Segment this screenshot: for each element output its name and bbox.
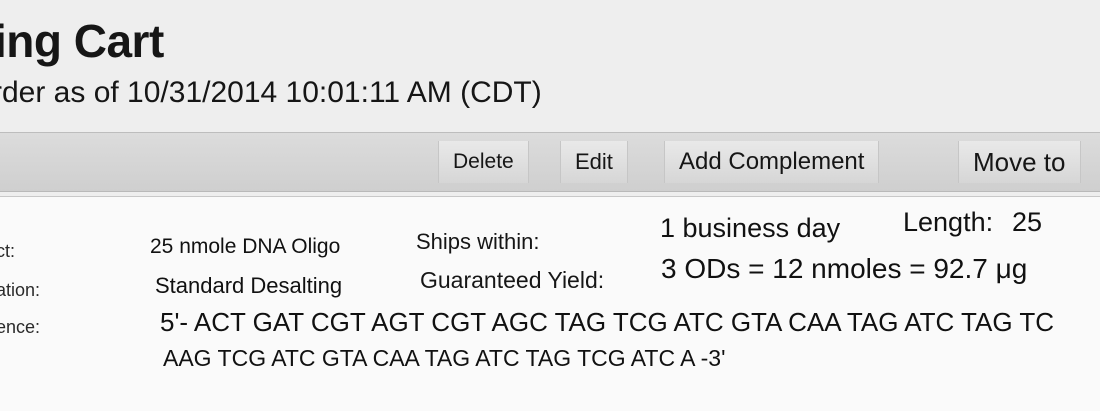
delete-button[interactable]: Delete [438, 141, 529, 183]
purification-value: Standard Desalting [155, 273, 343, 298]
product-label: ct: [0, 241, 16, 261]
cart-toolbar: Delete Edit Add Complement Move to [0, 132, 1100, 192]
ships-within-value: 1 business day [660, 213, 841, 243]
ships-within-label: Ships within: [416, 229, 540, 254]
move-to-button[interactable]: Move to [958, 141, 1081, 183]
guaranteed-yield-value: 3 ODs = 12 nmoles = 92.7 μg [661, 253, 1028, 284]
sequence-label: ence: [0, 317, 41, 337]
length-value: 25 [1012, 207, 1043, 237]
guaranteed-yield-label: Guaranteed Yield: [420, 267, 605, 293]
sequence-line-2: AAG TCG ATC GTA CAA TAG ATC TAG TCG ATC … [163, 345, 726, 371]
order-timestamp: rder as of 10/31/2014 10:01:11 AM (CDT) [0, 76, 542, 109]
purification-label: ation: [0, 280, 41, 300]
add-complement-button[interactable]: Add Complement [664, 141, 880, 183]
length-label: Length: [903, 207, 994, 237]
page-title: ing Cart [0, 15, 164, 67]
product-value: 25 nmole DNA Oligo [150, 235, 341, 258]
sequence-line-1: 5'- ACT GAT CGT AGT CGT AGC TAG TCG ATC … [160, 307, 1054, 337]
cart-item-panel: ct: ation: ence: 25 nmole DNA Oligo Stan… [0, 196, 1100, 411]
edit-button[interactable]: Edit [560, 141, 628, 183]
